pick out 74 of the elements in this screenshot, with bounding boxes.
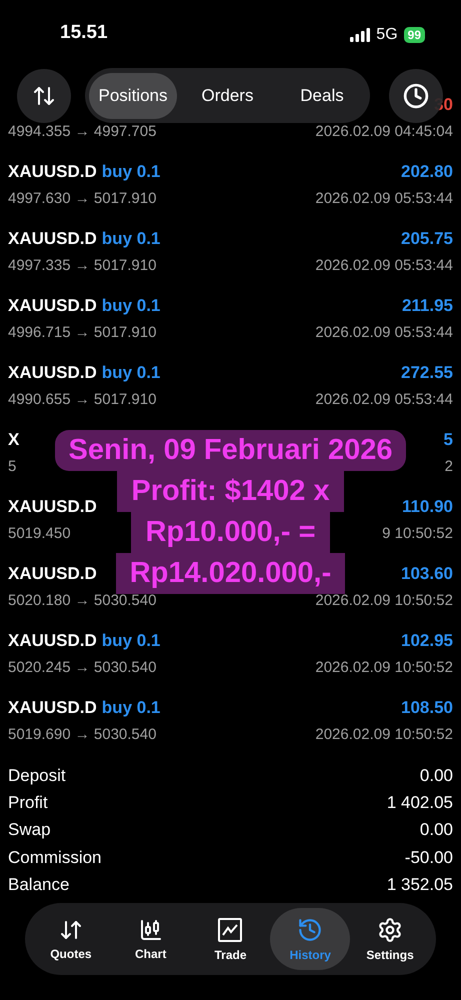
caption-line: Senin, 09 Februari 2026 [54, 430, 406, 471]
price-range: 5019.690 → 5030.540 [8, 726, 156, 742]
sort-button[interactable] [17, 69, 71, 123]
profit-text: 30 [434, 95, 453, 115]
price-range: 5019.450 [8, 524, 71, 542]
settings-icon [377, 916, 404, 942]
history-icon [297, 916, 324, 942]
nav-tab[interactable]: Chart [110, 908, 191, 970]
side-text: buy 0.1 [102, 363, 160, 383]
profit-text: 108.50 [401, 698, 453, 718]
price-range: 5020.180 → 5030.540 [8, 592, 156, 608]
symbol-text: XAUUSD.D [8, 631, 97, 651]
side-text: buy 0.1 [102, 229, 160, 249]
symbol-text: XAUUSD.D [8, 497, 97, 517]
deal-time: 2026.02.09 10:50:52 [315, 592, 453, 608]
clock-icon [403, 83, 429, 109]
deal-time: 2026.02.09 10:50:52 [315, 658, 453, 676]
price-range: 4997.630 → 5017.910 [8, 190, 156, 206]
nav-tab[interactable]: Trade [190, 908, 270, 970]
summary-value: 1 402.05 [386, 793, 453, 814]
deal-time: 2026.02.09 05:53:44 [315, 190, 453, 206]
symbol-text: XAUUSD.D [8, 564, 97, 584]
profit-text: 202.80 [401, 162, 453, 182]
status-time: 15.51 [60, 22, 108, 45]
deal-time: 2026.02.09 05:53:44 [315, 390, 453, 408]
symbol-text: XAUUSD.D [8, 363, 97, 383]
profit-text: 110.90 [402, 497, 453, 517]
summary-label: Swap [8, 820, 51, 840]
price-range: 4997.335 → 5017.910 [8, 256, 156, 274]
summary-label: Commission [8, 848, 102, 868]
nav-tab[interactable]: Quotes [31, 908, 111, 970]
profit-text: 102.95 [401, 631, 453, 651]
price-range: 5 [8, 458, 16, 474]
price-range: 5020.245 → 5030.540 [8, 658, 156, 676]
summary-label: Balance [8, 875, 70, 896]
deal-time: 2026.02.09 05:53:44 [315, 324, 453, 340]
deal-time: 2 [444, 458, 453, 474]
profit-text: 272.55 [401, 363, 453, 383]
side-text: buy 0.1 [102, 296, 160, 316]
profit-text: 103.60 [401, 564, 453, 584]
deal-time: 9 10:50:52 [382, 524, 453, 542]
nav-tab[interactable]: Settings [350, 908, 430, 970]
network-label: 5G [376, 26, 398, 44]
summary-value: 1 352.05 [386, 875, 453, 896]
symbol-text: XAUUSD.D [8, 229, 97, 249]
summary-value: 0.00 [420, 820, 453, 840]
symbol-text: X [8, 430, 20, 450]
battery-level: 99 [404, 27, 425, 43]
tab[interactable]: Orders [184, 72, 272, 118]
profit-text: 205.75 [401, 229, 453, 249]
deal-time: 2026.02.09 10:50:52 [315, 726, 453, 742]
side-text: buy 0.1 [102, 631, 160, 651]
side-text: buy 0.1 [102, 698, 160, 718]
candlestick-icon [138, 918, 163, 942]
symbol-text: XAUUSD.D [8, 698, 97, 718]
tab[interactable]: Positions [89, 72, 177, 118]
profit-text: 5 [444, 430, 453, 450]
price-range: 4996.715 → 5017.910 [8, 324, 156, 340]
side-text: buy 0.1 [102, 162, 160, 182]
price-range: 4990.655 → 5017.910 [8, 390, 156, 408]
line-chart-icon [217, 916, 244, 942]
tab[interactable]: Deals [278, 72, 366, 118]
summary-value: -50.00 [404, 848, 453, 868]
summary-value: 0.00 [420, 766, 453, 786]
signal-icon [350, 28, 370, 42]
profit-text: 211.95 [402, 296, 453, 316]
summary-label: Profit [8, 793, 48, 814]
sort-icon [32, 84, 56, 108]
symbol-text: XAUUSD.D [8, 296, 97, 316]
price-range: 4994.355 → 4997.705 [8, 122, 156, 140]
deal-time: 2026.02.09 05:53:44 [315, 256, 453, 274]
symbol-text: XAUUSD.D [8, 162, 97, 182]
summary-label: Deposit [8, 766, 66, 786]
deal-time: 2026.02.09 04:45:04 [315, 122, 453, 140]
